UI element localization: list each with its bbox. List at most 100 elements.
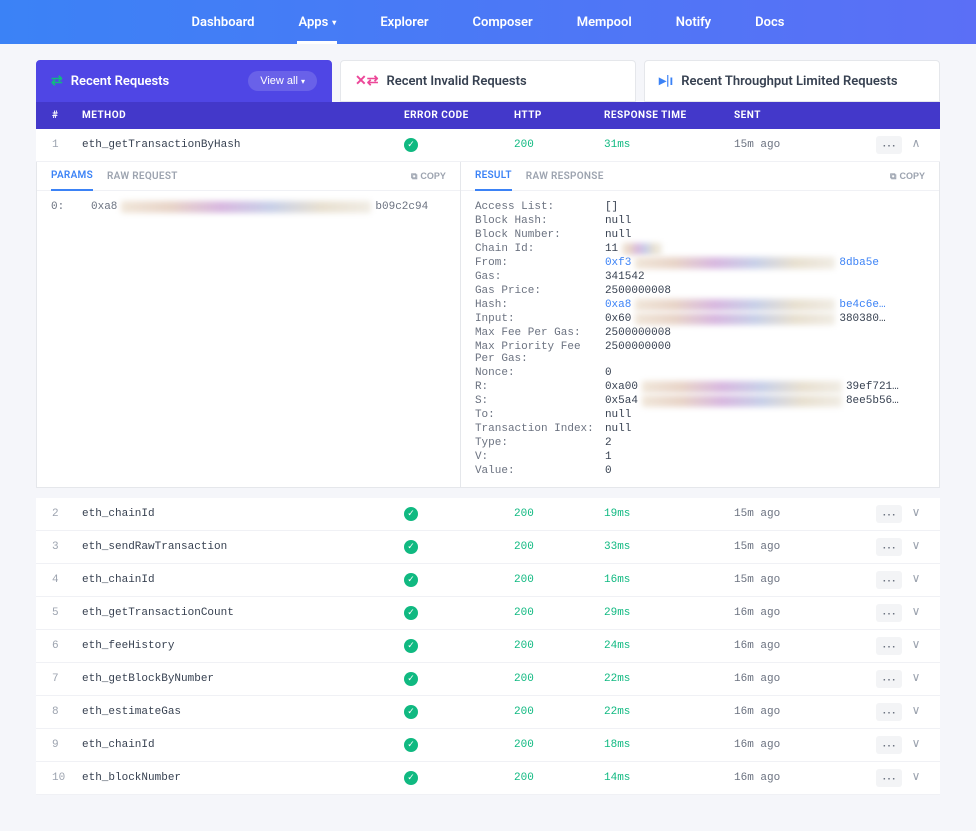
table-row[interactable]: 10eth_blockNumber✓20014ms16m ago⋯∨ <box>36 762 940 795</box>
row-error: ✓ <box>404 606 514 620</box>
row-menu-button[interactable]: ⋯ <box>876 736 902 754</box>
chevron-down-icon[interactable]: ∨ <box>908 571 924 589</box>
result-value[interactable]: 0xf38dba5e <box>605 257 925 269</box>
success-icon: ✓ <box>404 573 418 587</box>
row-menu-button[interactable]: ⋯ <box>876 637 902 655</box>
result-value: 2 <box>605 437 925 449</box>
table-row[interactable]: 6eth_feeHistory✓20024ms16m ago⋯∨ <box>36 630 940 663</box>
row-menu-button[interactable]: ⋯ <box>876 538 902 556</box>
success-icon: ✓ <box>404 738 418 752</box>
result-key: To: <box>475 409 605 421</box>
table-row[interactable]: 9eth_chainId✓20018ms16m ago⋯∨ <box>36 729 940 762</box>
result-key: Chain Id: <box>475 243 605 255</box>
chevron-down-icon[interactable]: ∨ <box>908 538 924 556</box>
row-error: ✓ <box>404 771 514 785</box>
chevron-down-icon[interactable]: ∨ <box>908 670 924 688</box>
raw-response-tab[interactable]: RAW RESPONSE <box>526 171 604 182</box>
row-method: eth_feeHistory <box>82 640 404 652</box>
row-menu-button[interactable]: ⋯ <box>876 769 902 787</box>
result-value[interactable]: 0xa8be4c6e… <box>605 299 925 311</box>
copy-button[interactable]: ⧉ COPY <box>411 171 446 182</box>
row-http: 200 <box>514 508 604 520</box>
raw-request-tab[interactable]: RAW REQUEST <box>107 171 178 182</box>
tab-label: Recent Throughput Limited Requests <box>681 74 897 89</box>
header-time: RESPONSE TIME <box>604 110 734 121</box>
table-row[interactable]: 5eth_getTransactionCount✓20029ms16m ago⋯… <box>36 597 940 630</box>
row-index: 4 <box>52 574 82 586</box>
nav-notify[interactable]: Notify <box>658 0 729 44</box>
row-menu-button[interactable]: ⋯ <box>876 571 902 589</box>
table-row[interactable]: 2eth_chainId✓20019ms15m ago⋯∨ <box>36 498 940 531</box>
row-index: 10 <box>52 772 82 784</box>
nav-apps[interactable]: Apps▾ <box>280 0 354 44</box>
row-menu-button[interactable]: ⋯ <box>876 505 902 523</box>
tab-throughput-requests[interactable]: ▸|ı Recent Throughput Limited Requests <box>644 60 940 102</box>
chevron-up-icon[interactable]: ∧ <box>908 136 924 154</box>
result-value: null <box>605 215 925 227</box>
row-menu-button[interactable]: ⋯ <box>876 136 902 154</box>
chevron-down-icon[interactable]: ∨ <box>908 505 924 523</box>
table-row[interactable]: 4eth_chainId✓20016ms15m ago⋯∨ <box>36 564 940 597</box>
table-row[interactable]: 3eth_sendRawTransaction✓20033ms15m ago⋯∨ <box>36 531 940 564</box>
header-index: # <box>52 110 82 121</box>
view-all-button[interactable]: View all ▾ <box>248 71 317 91</box>
result-key: Gas Price: <box>475 285 605 297</box>
chevron-down-icon[interactable]: ∨ <box>908 703 924 721</box>
copy-icon: ⧉ <box>411 171 417 182</box>
result-key: Hash: <box>475 299 605 311</box>
row-sent: 16m ago <box>734 607 854 619</box>
row-error: ✓ <box>404 705 514 719</box>
nav-mempool[interactable]: Mempool <box>559 0 650 44</box>
chevron-down-icon[interactable]: ∨ <box>908 736 924 754</box>
row-error: ✓ <box>404 672 514 686</box>
success-icon: ✓ <box>404 540 418 554</box>
row-menu-button[interactable]: ⋯ <box>876 670 902 688</box>
param-key: 0: <box>51 201 91 213</box>
row-http: 200 <box>514 541 604 553</box>
row-method: eth_chainId <box>82 574 404 586</box>
row-time: 14ms <box>604 772 734 784</box>
chevron-down-icon[interactable]: ∨ <box>908 769 924 787</box>
nav-explorer[interactable]: Explorer <box>362 0 446 44</box>
row-sent: 15m ago <box>734 139 854 151</box>
copy-button[interactable]: ⧉ COPY <box>890 171 925 182</box>
result-value: 2500000008 <box>605 285 925 297</box>
row-sent: 16m ago <box>734 739 854 751</box>
success-icon: ✓ <box>404 606 418 620</box>
result-value: null <box>605 409 925 421</box>
result-key: Value: <box>475 465 605 477</box>
result-key: V: <box>475 451 605 463</box>
row-error: ✓ <box>404 573 514 587</box>
chevron-down-icon[interactable]: ∨ <box>908 604 924 622</box>
row-index: 9 <box>52 739 82 751</box>
table-row[interactable]: 1eth_getTransactionByHash✓20031ms15m ago… <box>36 129 940 162</box>
row-time: 16ms <box>604 574 734 586</box>
tab-recent-requests[interactable]: ⇄ Recent Requests View all ▾ <box>36 60 332 102</box>
success-icon: ✓ <box>404 672 418 686</box>
result-key: Block Number: <box>475 229 605 241</box>
row-error: ✓ <box>404 540 514 554</box>
params-tab[interactable]: PARAMS <box>51 170 93 191</box>
row-sent: 15m ago <box>734 541 854 553</box>
nav-dashboard[interactable]: Dashboard <box>174 0 273 44</box>
row-sent: 15m ago <box>734 508 854 520</box>
table-row[interactable]: 8eth_estimateGas✓20022ms16m ago⋯∨ <box>36 696 940 729</box>
nav-docs[interactable]: Docs <box>737 0 802 44</box>
row-error: ✓ <box>404 639 514 653</box>
nav-composer[interactable]: Composer <box>455 0 551 44</box>
result-key: Type: <box>475 437 605 449</box>
row-menu-button[interactable]: ⋯ <box>876 604 902 622</box>
result-key: Block Hash: <box>475 215 605 227</box>
row-index: 5 <box>52 607 82 619</box>
row-time: 29ms <box>604 607 734 619</box>
table-row[interactable]: 7eth_getBlockByNumber✓20022ms16m ago⋯∨ <box>36 663 940 696</box>
row-method: eth_sendRawTransaction <box>82 541 404 553</box>
row-method: eth_getBlockByNumber <box>82 673 404 685</box>
result-value: 0x5a48ee5b56… <box>605 395 925 407</box>
result-key: Transaction Index: <box>475 423 605 435</box>
row-error: ✓ <box>404 507 514 521</box>
tab-invalid-requests[interactable]: ✕⇄ Recent Invalid Requests <box>340 60 636 102</box>
chevron-down-icon[interactable]: ∨ <box>908 637 924 655</box>
result-tab[interactable]: RESULT <box>475 170 512 191</box>
row-menu-button[interactable]: ⋯ <box>876 703 902 721</box>
